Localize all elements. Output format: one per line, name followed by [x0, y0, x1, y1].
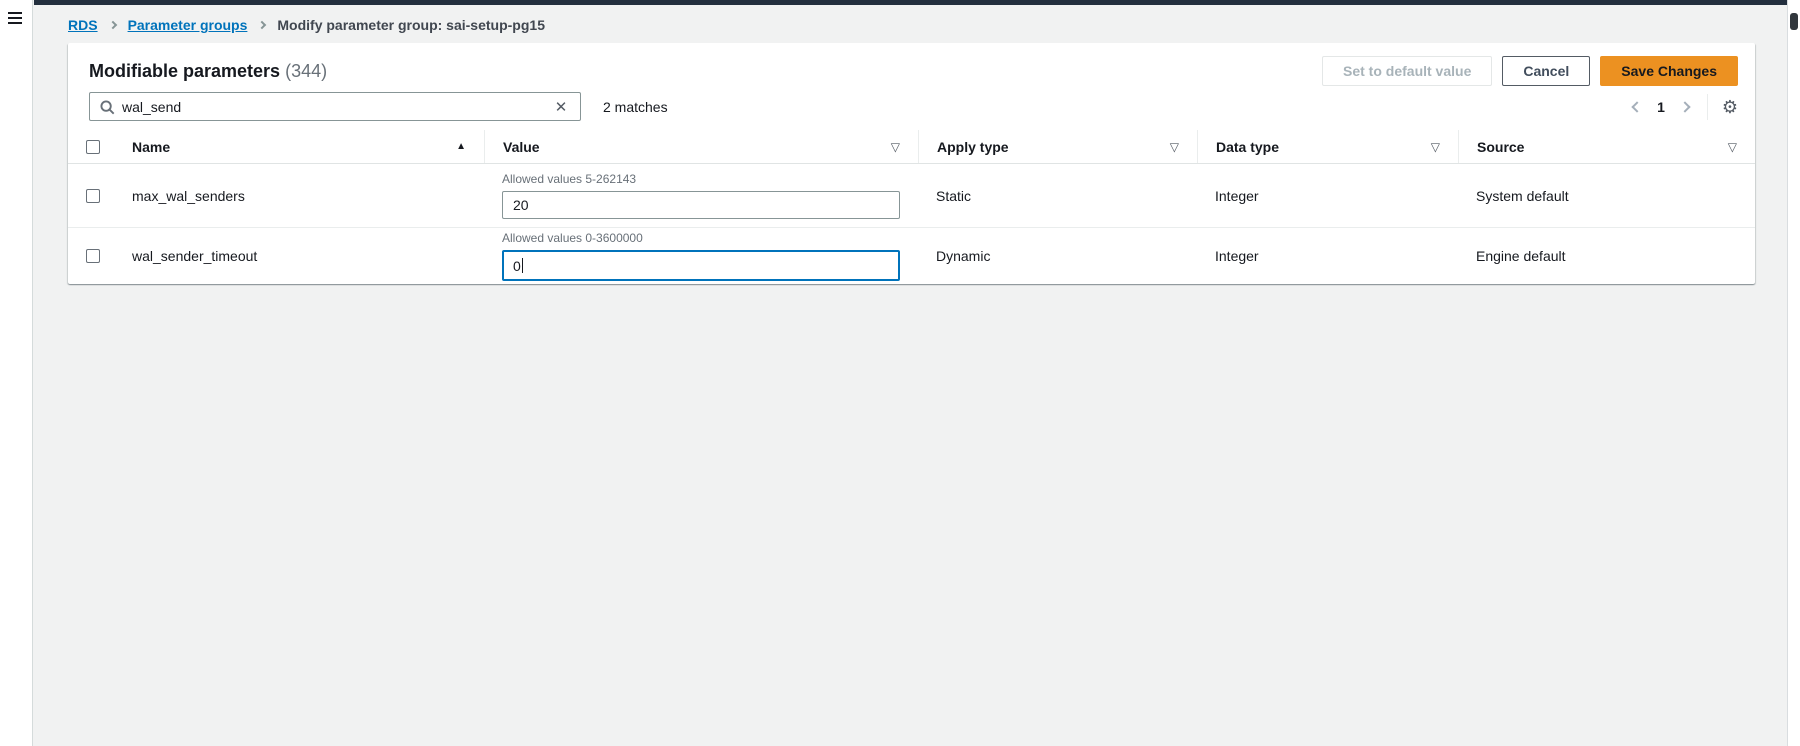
text-cursor: [522, 258, 523, 273]
parameter-search-box: ✕: [89, 92, 581, 121]
sort-ascending-icon[interactable]: ▲: [456, 141, 466, 152]
modifiable-parameters-panel: Modifiable parameters (344) Set to defau…: [68, 43, 1755, 284]
sidebar-toggle-button[interactable]: [8, 9, 26, 25]
filter-icon[interactable]: ▽: [1728, 140, 1737, 154]
breadcrumb-separator-icon: [258, 21, 266, 29]
allowed-values-hint: Allowed values 5-262143: [502, 172, 900, 186]
row-checkbox[interactable]: [86, 249, 100, 263]
filter-toolbar: ✕ 2 matches 1 ⚙: [68, 90, 1755, 121]
current-page-number[interactable]: 1: [1657, 99, 1665, 115]
previous-page-icon[interactable]: [1631, 101, 1642, 112]
column-label: Apply type: [937, 139, 1009, 155]
source-cell: Engine default: [1458, 248, 1755, 264]
value-input[interactable]: 20: [502, 191, 900, 219]
breadcrumb-separator-icon: [108, 21, 116, 29]
top-nav-bar: [34, 0, 1800, 5]
apply-type-cell: Static: [918, 188, 1197, 204]
breadcrumb-link-rds[interactable]: RDS: [68, 17, 98, 33]
value-input[interactable]: 0: [502, 250, 900, 281]
clear-search-icon[interactable]: ✕: [550, 96, 572, 118]
allowed-values-hint: Allowed values 0-3600000: [502, 231, 900, 245]
cancel-button[interactable]: Cancel: [1502, 56, 1590, 86]
hamburger-menu-icon: [8, 12, 26, 24]
next-page-icon[interactable]: [1679, 101, 1690, 112]
value-text: 20: [513, 197, 529, 213]
column-label: Source: [1477, 139, 1524, 155]
apply-type-cell: Dynamic: [918, 248, 1197, 264]
scrollbar-thumb[interactable]: [1790, 13, 1798, 30]
match-count: 2 matches: [603, 99, 668, 115]
filter-icon[interactable]: ▽: [1431, 140, 1440, 154]
table-row: wal_sender_timeout Allowed values 0-3600…: [68, 228, 1755, 284]
filter-icon[interactable]: ▽: [1170, 140, 1179, 154]
column-header-source[interactable]: Source ▽: [1458, 130, 1755, 163]
data-type-cell: Integer: [1197, 188, 1458, 204]
left-navigation-rail: [0, 0, 33, 746]
breadcrumb-link-parameter-groups[interactable]: Parameter groups: [128, 17, 248, 33]
breadcrumb: RDS Parameter groups Modify parameter gr…: [68, 17, 545, 33]
parameter-name: max_wal_senders: [114, 188, 484, 204]
column-header-value[interactable]: Value ▽: [484, 130, 918, 163]
data-type-cell: Integer: [1197, 248, 1458, 264]
action-buttons: Set to default value Cancel Save Changes: [1322, 56, 1738, 86]
column-label: Value: [503, 139, 540, 155]
pagination: 1 ⚙: [1633, 94, 1738, 120]
select-all-checkbox[interactable]: [86, 140, 100, 154]
value-cell: Allowed values 0-3600000 0: [484, 231, 918, 281]
rds-parameter-group-page: RDS Parameter groups Modify parameter gr…: [0, 0, 1800, 746]
parameter-count: (344): [285, 61, 327, 81]
column-header-data-type[interactable]: Data type ▽: [1197, 130, 1458, 163]
right-scrollbar-track: [1787, 0, 1800, 746]
filter-icon[interactable]: ▽: [891, 140, 900, 154]
panel-header: Modifiable parameters (344) Set to defau…: [68, 43, 1755, 90]
toolbar-divider: [1707, 94, 1708, 120]
column-header-apply-type[interactable]: Apply type ▽: [918, 130, 1197, 163]
value-cell: Allowed values 5-262143 20: [484, 172, 918, 219]
column-label: Data type: [1216, 139, 1279, 155]
breadcrumb-current-page: Modify parameter group: sai-setup-pg15: [277, 17, 545, 33]
row-select-cell: [68, 249, 114, 263]
column-header-name[interactable]: Name ▲: [114, 130, 484, 163]
select-all-cell: [68, 130, 114, 163]
page-title-text: Modifiable parameters: [89, 61, 280, 81]
row-checkbox[interactable]: [86, 189, 100, 203]
search-input[interactable]: [90, 93, 580, 120]
column-label: Name: [132, 139, 170, 155]
settings-gear-icon[interactable]: ⚙: [1722, 98, 1738, 116]
save-changes-button[interactable]: Save Changes: [1600, 56, 1738, 86]
value-text: 0: [513, 258, 521, 274]
set-to-default-button[interactable]: Set to default value: [1322, 56, 1492, 86]
table-row: max_wal_senders Allowed values 5-262143 …: [68, 164, 1755, 228]
table-header-row: Name ▲ Value ▽ Apply type ▽ Data type ▽ …: [68, 130, 1755, 164]
source-cell: System default: [1458, 188, 1755, 204]
row-select-cell: [68, 189, 114, 203]
parameter-name: wal_sender_timeout: [114, 248, 484, 264]
page-title: Modifiable parameters (344): [89, 61, 327, 82]
search-icon: [100, 100, 115, 118]
